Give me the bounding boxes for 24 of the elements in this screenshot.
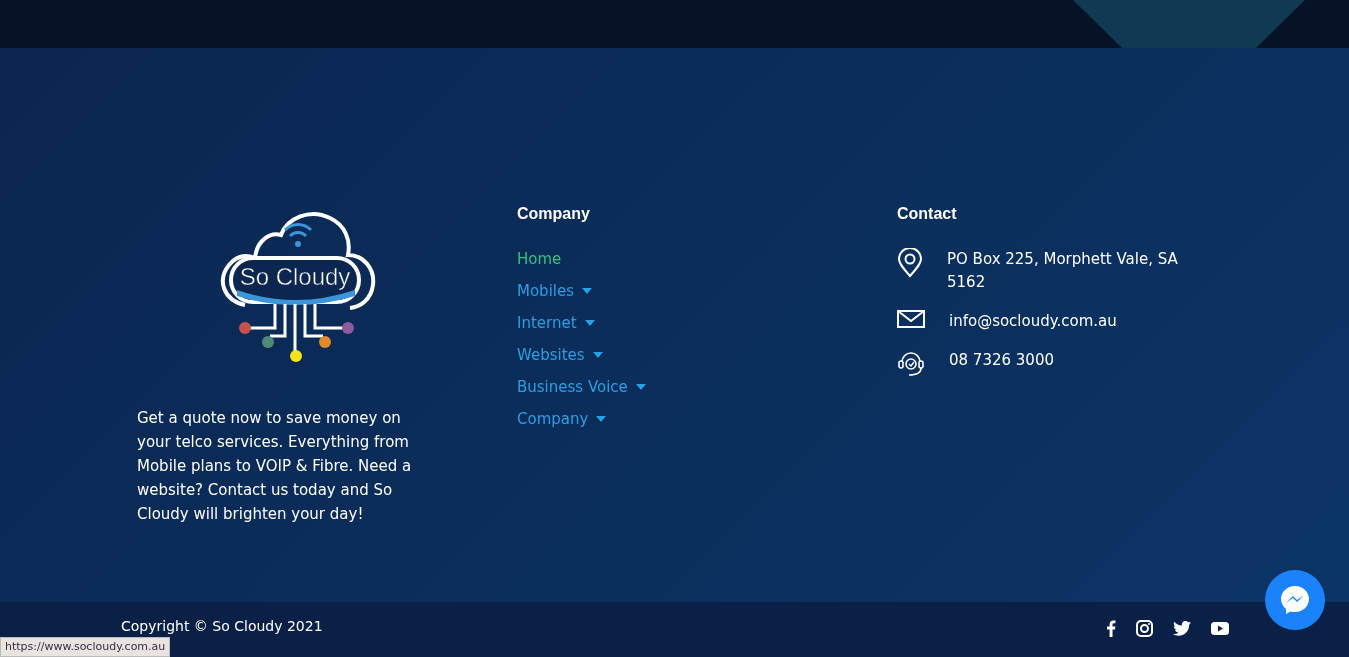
location-pin-icon [897,248,923,278]
nav-link[interactable]: Business Voice [517,376,646,398]
copyright-text: Copyright © So Cloudy 2021 [121,618,324,634]
contact-text: info@socloudy.com.au [949,311,1118,332]
contact-text: 08 7326 3000 [949,350,1055,371]
nav-link[interactable]: Company [517,408,607,430]
chat-button[interactable] [1265,570,1325,630]
cloud-logo: So Cloudy [215,210,377,366]
about-text: Get a quote now to save money on your telco services. Everything from Mobile plans to VOIP & Fibre. Need a website? Contact us today and So Cloudy will brighten your day! [137,408,413,525]
instagram-icon[interactable] [1136,620,1153,637]
video-play-icon[interactable] [1211,622,1229,635]
nav-link[interactable]: Internet [517,312,595,334]
nav-link[interactable]: Home [517,248,562,270]
company-heading: Company [517,205,591,223]
messenger-icon [1279,584,1311,616]
link-status-url: https://www.socloudy.com.au [0,637,171,657]
headset-icon [897,349,925,377]
contact-text: PO Box 225, Morphett Vale, SA 5162 [947,249,1179,293]
envelope-icon [897,310,925,328]
twitter-bird-icon[interactable] [1173,621,1191,636]
nav-link[interactable]: Mobiles [517,280,593,302]
contact-heading: Contact [897,205,958,223]
nav-link[interactable]: Websites [517,344,603,366]
facebook-icon[interactable] [1106,620,1116,637]
